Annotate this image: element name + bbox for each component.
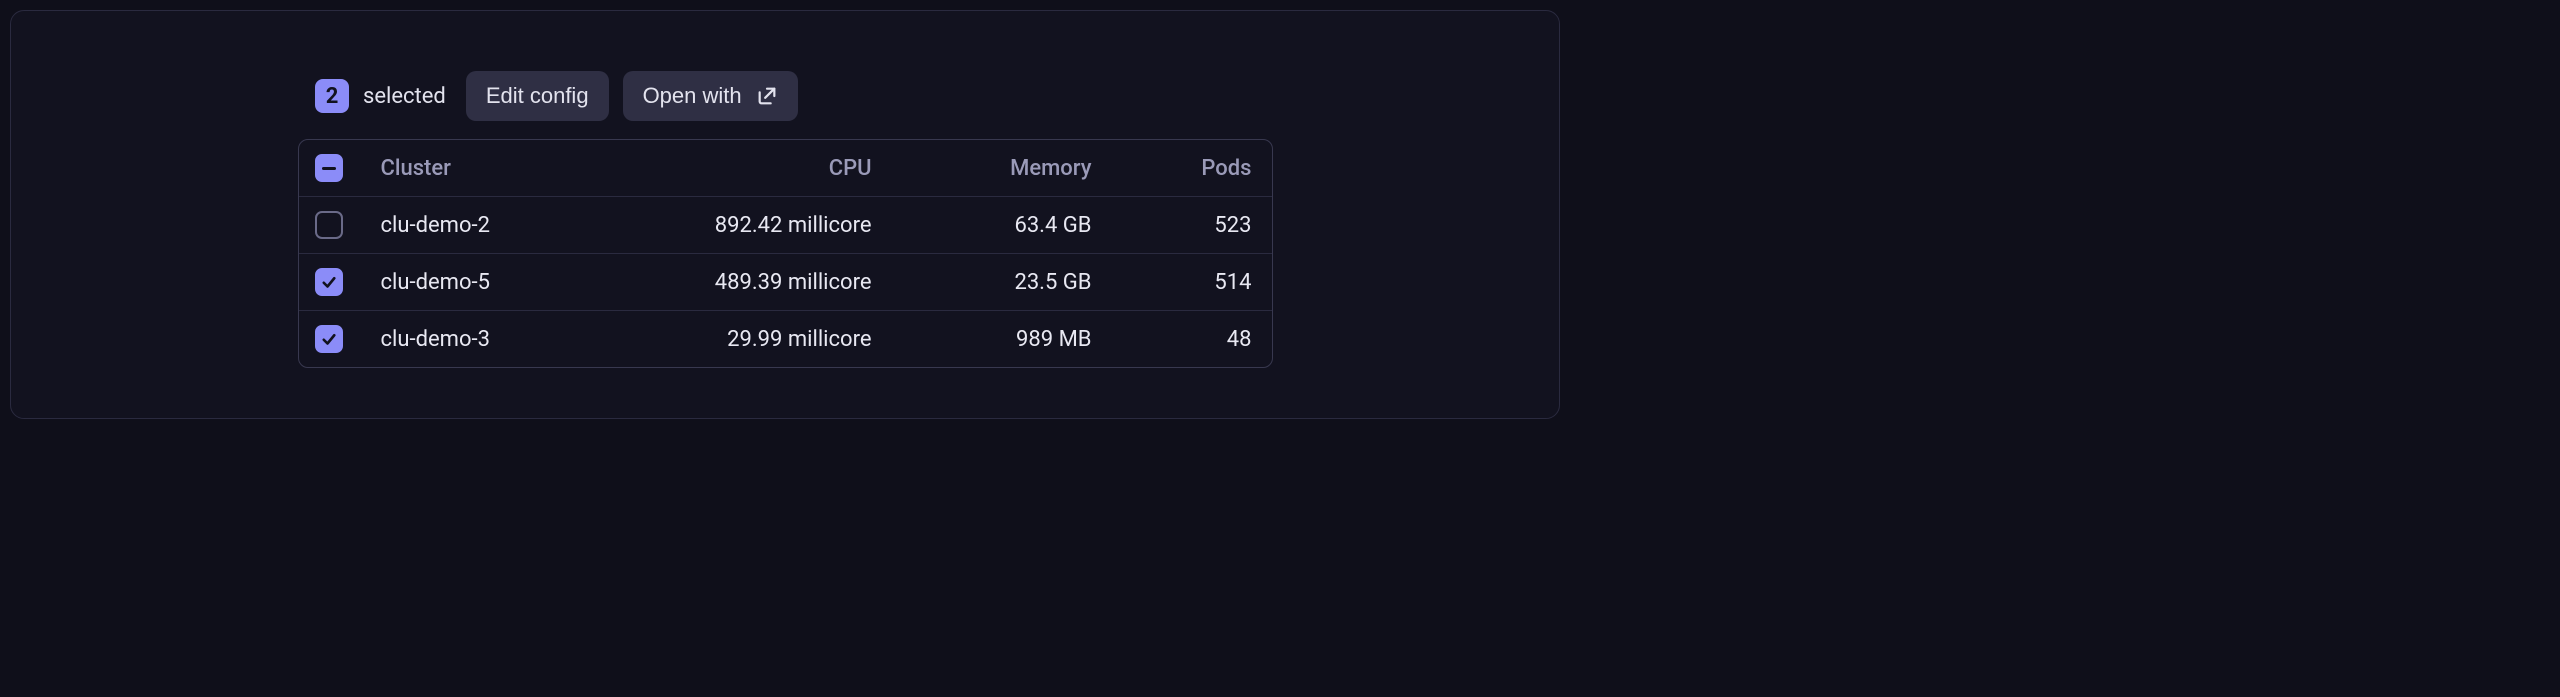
open-with-button[interactable]: Open with: [623, 71, 798, 121]
header-cluster: Cluster: [381, 156, 652, 181]
table-row[interactable]: clu-demo-2 892.42 millicore 63.4 GB 523: [299, 197, 1272, 254]
row-checkbox[interactable]: [315, 211, 343, 239]
check-icon: [320, 273, 338, 291]
header-cpu: CPU: [652, 156, 872, 181]
table-row[interactable]: clu-demo-5 489.39 millicore 23.5 GB 514: [299, 254, 1272, 311]
cell-cluster: clu-demo-3: [381, 327, 652, 352]
cell-pods: 523: [1092, 213, 1252, 238]
header-pods: Pods: [1092, 156, 1252, 181]
cell-pods: 48: [1092, 327, 1252, 352]
row-checkbox[interactable]: [315, 268, 343, 296]
selected-label: selected: [363, 84, 446, 109]
table-row[interactable]: clu-demo-3 29.99 millicore 989 MB 48: [299, 311, 1272, 367]
cell-cluster: clu-demo-5: [381, 270, 652, 295]
check-icon: [320, 330, 338, 348]
cell-memory: 23.5 GB: [872, 270, 1092, 295]
cell-memory: 63.4 GB: [872, 213, 1092, 238]
row-checkbox[interactable]: [315, 325, 343, 353]
cluster-table: Cluster CPU Memory Pods clu-demo-2 892.4…: [298, 139, 1273, 368]
table-header-row: Cluster CPU Memory Pods: [299, 140, 1272, 197]
selection-toolbar: 2 selected Edit config Open with: [11, 71, 1559, 121]
edit-config-label: Edit config: [486, 83, 589, 109]
open-with-label: Open with: [643, 83, 742, 109]
cell-cpu: 29.99 millicore: [652, 327, 872, 352]
selected-count-badge: 2: [315, 79, 349, 113]
cell-memory: 989 MB: [872, 327, 1092, 352]
cell-pods: 514: [1092, 270, 1252, 295]
cell-cpu: 892.42 millicore: [652, 213, 872, 238]
edit-config-button[interactable]: Edit config: [466, 71, 609, 121]
indeterminate-icon: [322, 167, 336, 170]
cell-cluster: clu-demo-2: [381, 213, 652, 238]
header-memory: Memory: [872, 156, 1092, 181]
open-external-icon: [756, 85, 778, 107]
cell-cpu: 489.39 millicore: [652, 270, 872, 295]
select-all-checkbox[interactable]: [315, 154, 343, 182]
cluster-panel: 2 selected Edit config Open with Cluster…: [10, 10, 1560, 419]
